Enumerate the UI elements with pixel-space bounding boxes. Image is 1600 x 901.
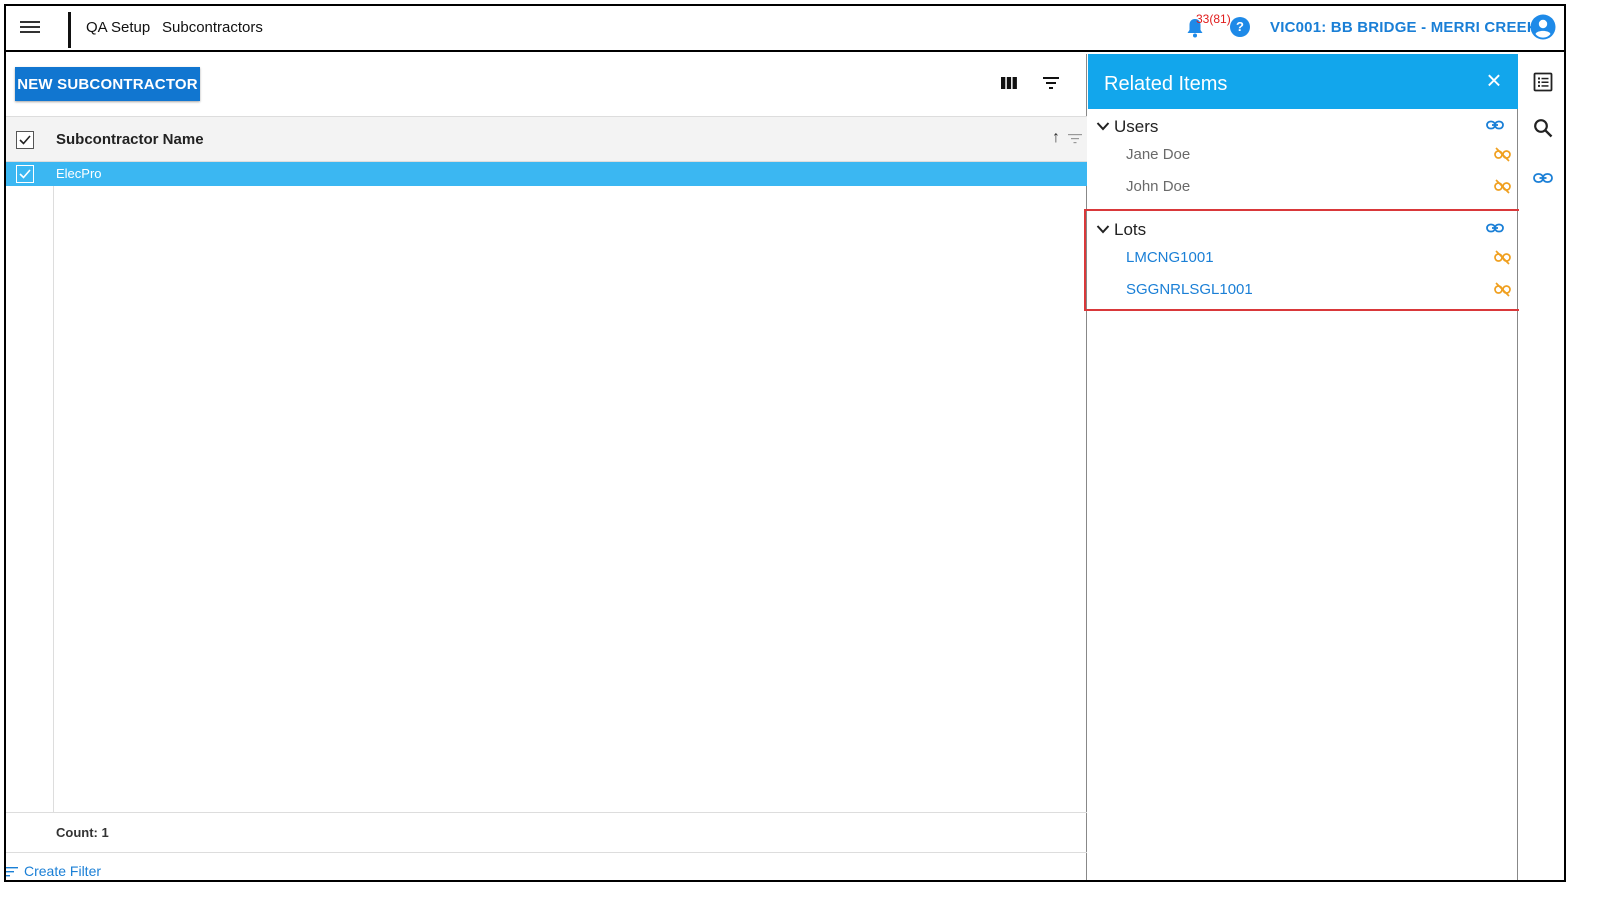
top-bar: QA Setup Subcontractors 33(81) ? VIC001:… <box>6 6 1564 52</box>
grid-header: Subcontractor Name ↑ <box>6 116 1087 162</box>
right-rail <box>1519 54 1564 880</box>
lots-highlight-box <box>1084 209 1521 311</box>
create-filter-label: Create Filter <box>24 863 102 879</box>
table-row[interactable]: ElecPro <box>6 162 1087 186</box>
column-filter-icon[interactable] <box>1068 133 1082 145</box>
divider <box>6 852 1087 853</box>
unlink-icon[interactable] <box>1494 179 1511 194</box>
subcontractor-list-panel: NEW SUBCONTRACTOR Subcontractor Name ↑ E… <box>6 54 1087 880</box>
close-icon[interactable]: × <box>1482 67 1506 93</box>
related-user-item: Jane Doe <box>1126 144 1512 166</box>
notification-count-badge: 33(81) <box>1196 12 1231 26</box>
group-title: Users <box>1114 117 1159 136</box>
check-icon <box>19 135 31 145</box>
related-items-title: Related Items <box>1104 73 1228 95</box>
row-subcontractor-name: ElecPro <box>56 166 102 181</box>
related-user-name: Jane Doe <box>1126 146 1191 163</box>
divider <box>68 12 71 48</box>
related-user-name: John Doe <box>1126 178 1191 195</box>
columns-icon[interactable] <box>1000 74 1018 92</box>
checkbox-column-divider <box>53 162 54 812</box>
related-user-item: John Doe <box>1126 176 1512 198</box>
sort-ascending-icon[interactable]: ↑ <box>1052 129 1060 147</box>
new-subcontractor-button[interactable]: NEW SUBCONTRACTOR <box>15 67 200 101</box>
related-items-panel: Related Items × Users Jane Doe John Doe <box>1084 54 1521 880</box>
filter-icon[interactable] <box>1042 74 1060 92</box>
row-count-label: Count: 1 <box>56 825 109 840</box>
create-filter-link[interactable]: Create Filter <box>6 863 101 879</box>
list-icon[interactable] <box>1533 72 1553 92</box>
chevron-down-icon <box>1096 122 1110 131</box>
app-window: QA Setup Subcontractors 33(81) ? VIC001:… <box>4 4 1566 882</box>
link-icon[interactable] <box>1533 168 1553 188</box>
related-items-header: Related Items × <box>1088 54 1518 109</box>
unlink-icon[interactable] <box>1494 147 1511 162</box>
hamburger-menu-icon[interactable] <box>20 18 40 36</box>
check-icon <box>19 169 31 179</box>
column-header-subcontractor-name[interactable]: Subcontractor Name <box>56 131 204 148</box>
link-icon[interactable] <box>1486 118 1504 132</box>
row-checkbox[interactable] <box>16 165 34 183</box>
user-avatar-icon[interactable] <box>1530 14 1556 40</box>
breadcrumb-subcontractors: Subcontractors <box>162 19 263 36</box>
related-group-users[interactable]: Users <box>1096 114 1512 138</box>
breadcrumb-qa-setup[interactable]: QA Setup <box>86 19 150 36</box>
filter-icon <box>6 867 18 877</box>
grid-body: ElecPro <box>6 162 1087 812</box>
search-icon[interactable] <box>1533 118 1553 138</box>
divider <box>6 812 1087 813</box>
project-selector[interactable]: VIC001: BB BRIDGE - MERRI CREEK <box>1270 19 1538 36</box>
select-all-checkbox[interactable] <box>16 131 34 149</box>
help-icon[interactable]: ? <box>1230 17 1250 37</box>
